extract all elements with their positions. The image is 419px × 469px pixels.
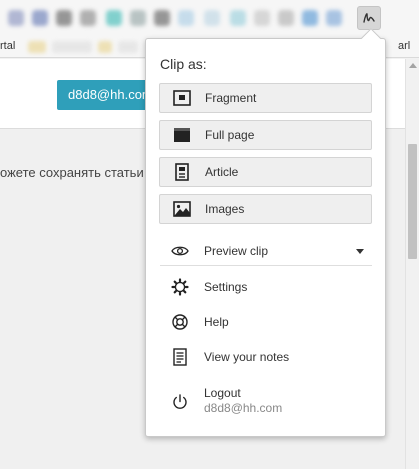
- clip-full-page-label: Full page: [205, 128, 255, 142]
- extension-icon[interactable]: [80, 10, 96, 26]
- extension-icon[interactable]: [178, 10, 194, 26]
- clip-images-button[interactable]: Images: [159, 194, 372, 224]
- settings-menu-item[interactable]: Settings: [160, 275, 372, 299]
- extension-icon[interactable]: [254, 10, 270, 26]
- clip-as-title: Clip as:: [160, 56, 207, 72]
- lifebuoy-icon: [170, 312, 190, 332]
- fragment-icon: [172, 88, 192, 108]
- chevron-down-icon[interactable]: [356, 249, 364, 254]
- logout-label: Logout: [204, 386, 241, 400]
- web-clipper-extension-button[interactable]: [357, 6, 381, 30]
- view-notes-label: View your notes: [204, 350, 290, 364]
- full-page-icon: [172, 125, 192, 145]
- extension-icon[interactable]: [32, 10, 48, 26]
- clip-article-button[interactable]: Article: [159, 157, 372, 187]
- extension-icon[interactable]: [230, 10, 246, 26]
- extension-icon[interactable]: [8, 10, 24, 26]
- extension-icon[interactable]: [302, 10, 318, 26]
- notes-icon: [170, 347, 190, 367]
- article-icon: [172, 162, 192, 182]
- page-body-text: ожете сохранять статьи: [0, 165, 144, 180]
- eye-icon: [170, 241, 190, 261]
- extension-icon[interactable]: [204, 10, 220, 26]
- extension-icon[interactable]: [154, 10, 170, 26]
- preview-clip-row[interactable]: Preview clip: [160, 239, 372, 263]
- clip-fragment-label: Fragment: [205, 91, 257, 105]
- extension-icon[interactable]: [278, 10, 294, 26]
- help-menu-item[interactable]: Help: [160, 310, 372, 334]
- scroll-thumb[interactable]: [408, 144, 417, 259]
- gear-icon: [170, 277, 190, 297]
- browser-toolbar: [0, 0, 419, 36]
- clipper-logo-icon: [363, 13, 375, 23]
- view-notes-menu-item[interactable]: View your notes: [160, 345, 372, 369]
- logout-menu-item[interactable]: Logout d8d8@hh.com: [160, 386, 372, 418]
- user-account-button[interactable]: d8d8@hh.com: [57, 80, 157, 110]
- menu-divider: [160, 265, 372, 266]
- clip-fragment-button[interactable]: Fragment: [159, 83, 372, 113]
- clipper-popup: Clip as: Fragment Full page Article Imag…: [145, 28, 386, 437]
- help-label: Help: [204, 315, 229, 329]
- page-scrollbar[interactable]: [405, 59, 419, 469]
- extension-icon[interactable]: [56, 10, 72, 26]
- clip-article-label: Article: [205, 165, 239, 179]
- clip-full-page-button[interactable]: Full page: [159, 120, 372, 150]
- scroll-up-arrow[interactable]: [409, 63, 417, 68]
- images-icon: [172, 199, 192, 219]
- power-icon: [170, 392, 190, 412]
- bookmark-right[interactable]: arl: [398, 40, 410, 52]
- bookmark-left[interactable]: rtal: [0, 40, 15, 52]
- extension-icon[interactable]: [106, 10, 122, 26]
- logout-email: d8d8@hh.com: [204, 401, 283, 415]
- settings-label: Settings: [204, 280, 248, 294]
- clip-images-label: Images: [205, 202, 245, 216]
- preview-clip-label: Preview clip: [204, 244, 269, 258]
- extension-icon[interactable]: [326, 10, 342, 26]
- extension-icon[interactable]: [130, 10, 146, 26]
